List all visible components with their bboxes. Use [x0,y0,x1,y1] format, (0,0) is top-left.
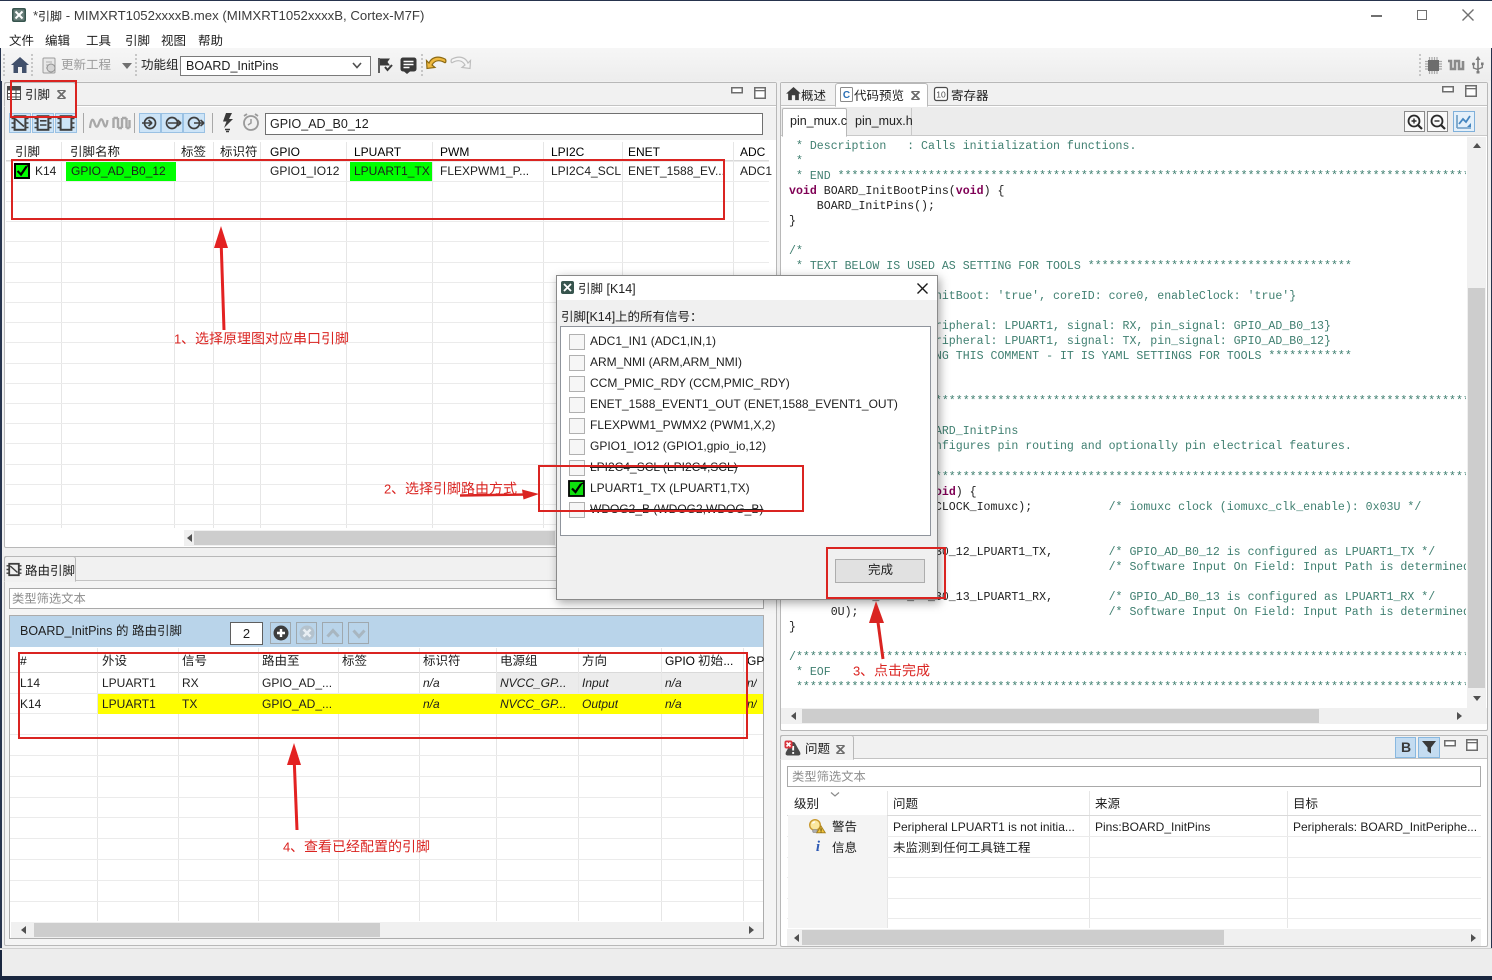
svg-text:C: C [843,90,850,101]
svg-text:10: 10 [936,90,946,100]
svg-text:i: i [816,839,821,855]
